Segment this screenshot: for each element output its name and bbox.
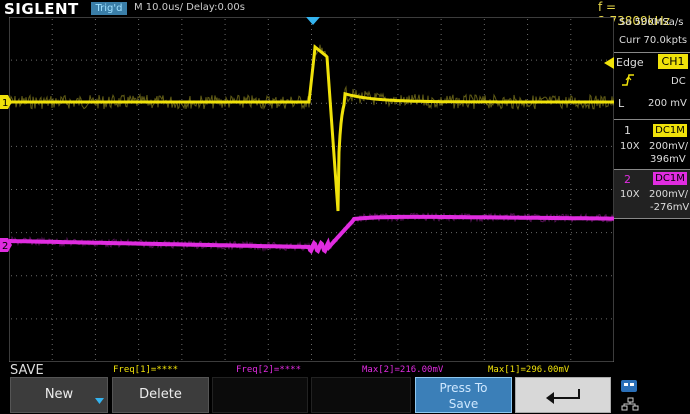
trigger-level: 200 mV: [648, 98, 687, 109]
measurement-freq1: Freq[1]=****: [113, 365, 179, 375]
softkey-4-empty[interactable]: [311, 377, 411, 413]
waveform-display[interactable]: [9, 17, 614, 362]
ch1-offset-marker[interactable]: 1: [0, 95, 12, 109]
new-button[interactable]: New: [10, 377, 108, 413]
ch2-scale: 200mV/: [649, 189, 689, 200]
timebase-readout: M 10.0us/ Delay:0.00s: [134, 2, 245, 13]
ch2-offset: -276mV: [650, 202, 690, 213]
trigger-level-prefix: L: [618, 97, 625, 110]
trigger-source-badge: CH1: [658, 54, 688, 69]
measurement-freq2: Freq[2]=****: [236, 365, 302, 375]
press-to-save-button[interactable]: Press To Save: [415, 377, 512, 413]
ch2-offset-marker[interactable]: 2: [0, 238, 12, 252]
chevron-down-icon: [95, 398, 104, 404]
measurement-max2: Max[2]=216.00mV: [362, 365, 444, 375]
ch1-number: 1: [624, 124, 631, 137]
brand-logo: SIGLENT: [4, 0, 79, 18]
rising-edge-icon: [622, 74, 634, 86]
ch1-offset: 396mV: [650, 154, 686, 165]
ch1-coupling-badge: DC1M: [653, 124, 687, 137]
press-to-save-line1: Press To: [439, 381, 488, 395]
menu-title: SAVE: [10, 363, 44, 378]
sample-rate: Sa 500MSa/s: [619, 17, 684, 28]
ch2-coupling-badge: DC1M: [653, 172, 687, 185]
trigger-status-badge: Trig'd: [91, 2, 127, 15]
return-arrow-icon: [546, 389, 580, 404]
trigger-coupling: DC: [671, 76, 686, 87]
svg-text:2: 2: [2, 241, 8, 252]
back-button[interactable]: [515, 377, 611, 413]
svg-text:1: 1: [2, 98, 8, 109]
trigger-level-marker[interactable]: [604, 57, 614, 69]
delete-button-label: Delete: [139, 387, 182, 402]
measurement-max1: Max[1]=296.00mV: [488, 365, 570, 375]
ch1-probe: 10X: [620, 141, 640, 152]
delete-button[interactable]: Delete: [112, 377, 209, 413]
memory-depth: Curr 70.0kpts: [619, 35, 688, 46]
press-to-save-line2: Save: [448, 397, 479, 411]
softkey-3-empty[interactable]: [212, 377, 308, 413]
trigger-type: Edge: [616, 56, 644, 69]
ch2-probe: 10X: [620, 189, 640, 200]
new-button-label: New: [44, 387, 74, 402]
usb-network-status-icon: [621, 380, 639, 411]
ch1-scale: 200mV/: [649, 141, 689, 152]
ch2-number: 2: [624, 173, 631, 186]
